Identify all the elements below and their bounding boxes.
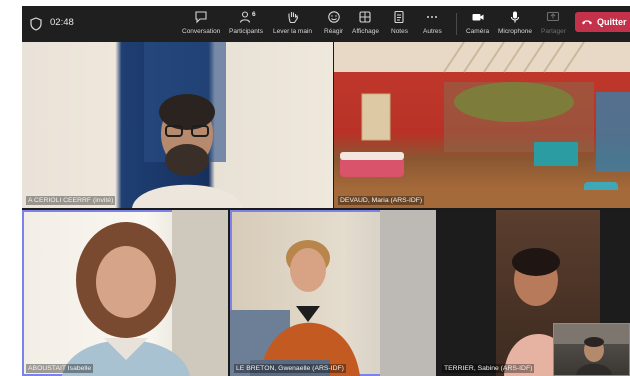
video-tile-cerioli[interactable]: A CERIOLI CEERRF (invité)	[22, 42, 333, 208]
leave-button[interactable]: Quitter	[575, 12, 630, 32]
more-button[interactable]: Autres	[423, 9, 442, 41]
participant-name: TERRIER, Sabine (ARS-IDF)	[442, 364, 535, 373]
participant-name: ABOUSTAIT Isabelle	[26, 364, 94, 373]
notes-icon	[394, 10, 405, 24]
microphone-label: Microphone	[498, 28, 532, 35]
notes-button[interactable]: Notes	[391, 9, 408, 41]
more-label: Autres	[423, 28, 442, 35]
microphone-icon	[510, 11, 520, 23]
camera-button[interactable]: Caméra	[466, 9, 489, 41]
participant-name: DEVAUD, Maria (ARS-IDF)	[338, 196, 425, 205]
meeting-toolbar: 02:48 Conversation 6 Participants Lever …	[22, 6, 630, 42]
video-tile-devaud[interactable]: DEVAUD, Maria (ARS-IDF)	[334, 42, 630, 208]
participants-button[interactable]: 6 Participants	[229, 9, 263, 41]
layout-icon	[359, 11, 372, 23]
virtual-background	[334, 42, 630, 208]
hang-up-icon	[582, 20, 592, 25]
raise-hand-label: Lever la main	[273, 28, 313, 35]
participant-video	[62, 210, 228, 376]
share-label: Partager	[541, 28, 566, 35]
teams-meeting-window: 02:48 Conversation 6 Participants Lever …	[22, 6, 630, 376]
share-screen-icon	[547, 11, 560, 22]
video-camera-icon	[472, 14, 484, 21]
participant-video	[230, 210, 436, 376]
video-tile-lebreton[interactable]: LE BRETON, Gwenaelle (ARS-IDF)	[230, 210, 436, 376]
participants-label: Participants	[229, 28, 263, 35]
toolbar-separator	[456, 13, 457, 35]
react-button[interactable]: Réagir	[324, 9, 343, 41]
chat-icon	[195, 11, 207, 24]
participant-name: A CERIOLI CEERRF (invité)	[26, 196, 116, 205]
participant-name: LE BRETON, Gwenaelle (ARS-IDF)	[234, 364, 346, 373]
more-dots-icon	[427, 16, 438, 18]
raise-hand-button[interactable]: Lever la main	[273, 9, 312, 41]
share-button[interactable]: Partager	[541, 9, 566, 41]
camera-label: Caméra	[466, 28, 490, 35]
self-video	[554, 324, 629, 375]
meeting-timer: 02:48	[50, 17, 74, 28]
view-button[interactable]: Affichage	[352, 9, 379, 41]
self-view-preview[interactable]	[553, 323, 630, 376]
conversation-label: Conversation	[182, 28, 221, 35]
smiley-icon	[327, 11, 340, 23]
view-label: Affichage	[352, 28, 379, 35]
conversation-button[interactable]: Conversation	[182, 9, 220, 41]
react-label: Réagir	[324, 28, 344, 35]
leave-label: Quitter	[597, 17, 627, 27]
microphone-button[interactable]: Microphone	[498, 9, 532, 41]
participants-count: 6	[252, 11, 256, 18]
shield-icon	[30, 17, 42, 31]
hand-icon	[287, 12, 298, 24]
video-tile-aboustait[interactable]: ABOUSTAIT Isabelle	[22, 210, 228, 376]
notes-label: Notes	[391, 28, 408, 35]
participant-video	[132, 42, 242, 208]
people-icon	[239, 11, 251, 23]
